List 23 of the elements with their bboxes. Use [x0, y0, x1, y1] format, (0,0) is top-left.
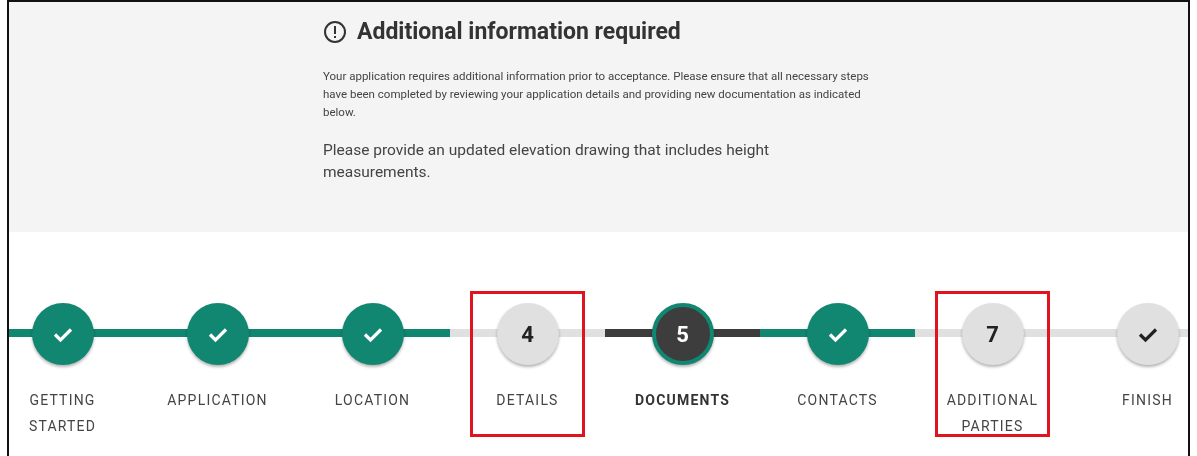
notice-instruction: Please provide an updated elevation drawing that includes height measurements. — [323, 140, 771, 183]
step-marker[interactable] — [341, 303, 404, 365]
notice-title: Additional information required — [357, 18, 681, 45]
step-label: GETTING STARTED — [27, 391, 98, 436]
step-label: CONTACTS — [796, 391, 879, 410]
notice-message: Your application requires additional information prior to acceptance. Please ensure that all necessary steps have been completed by reviewing your application details and providing new documentation as indicated below. — [323, 68, 870, 121]
step-label: LOCATION — [333, 391, 412, 410]
step-number: 4 — [521, 321, 534, 347]
alert-icon — [323, 19, 347, 44]
step-label: DOCUMENTS — [634, 391, 731, 410]
step-marker[interactable]: 7 — [961, 303, 1024, 365]
step-marker[interactable] — [806, 303, 869, 365]
step-number: 5 — [676, 321, 689, 347]
step-label: APPLICATION — [166, 391, 269, 410]
step-label: ADDITIONAL PARTIES — [945, 391, 1040, 436]
step-number: 7 — [986, 321, 999, 347]
step-label: FINISH — [1121, 391, 1174, 410]
step-marker[interactable]: 5 — [651, 303, 714, 365]
step-label: DETAILS — [495, 391, 560, 410]
step-marker[interactable] — [31, 303, 94, 365]
step-marker[interactable] — [1116, 303, 1179, 365]
step-marker[interactable]: 4 — [496, 303, 559, 365]
step-marker[interactable] — [186, 303, 249, 365]
